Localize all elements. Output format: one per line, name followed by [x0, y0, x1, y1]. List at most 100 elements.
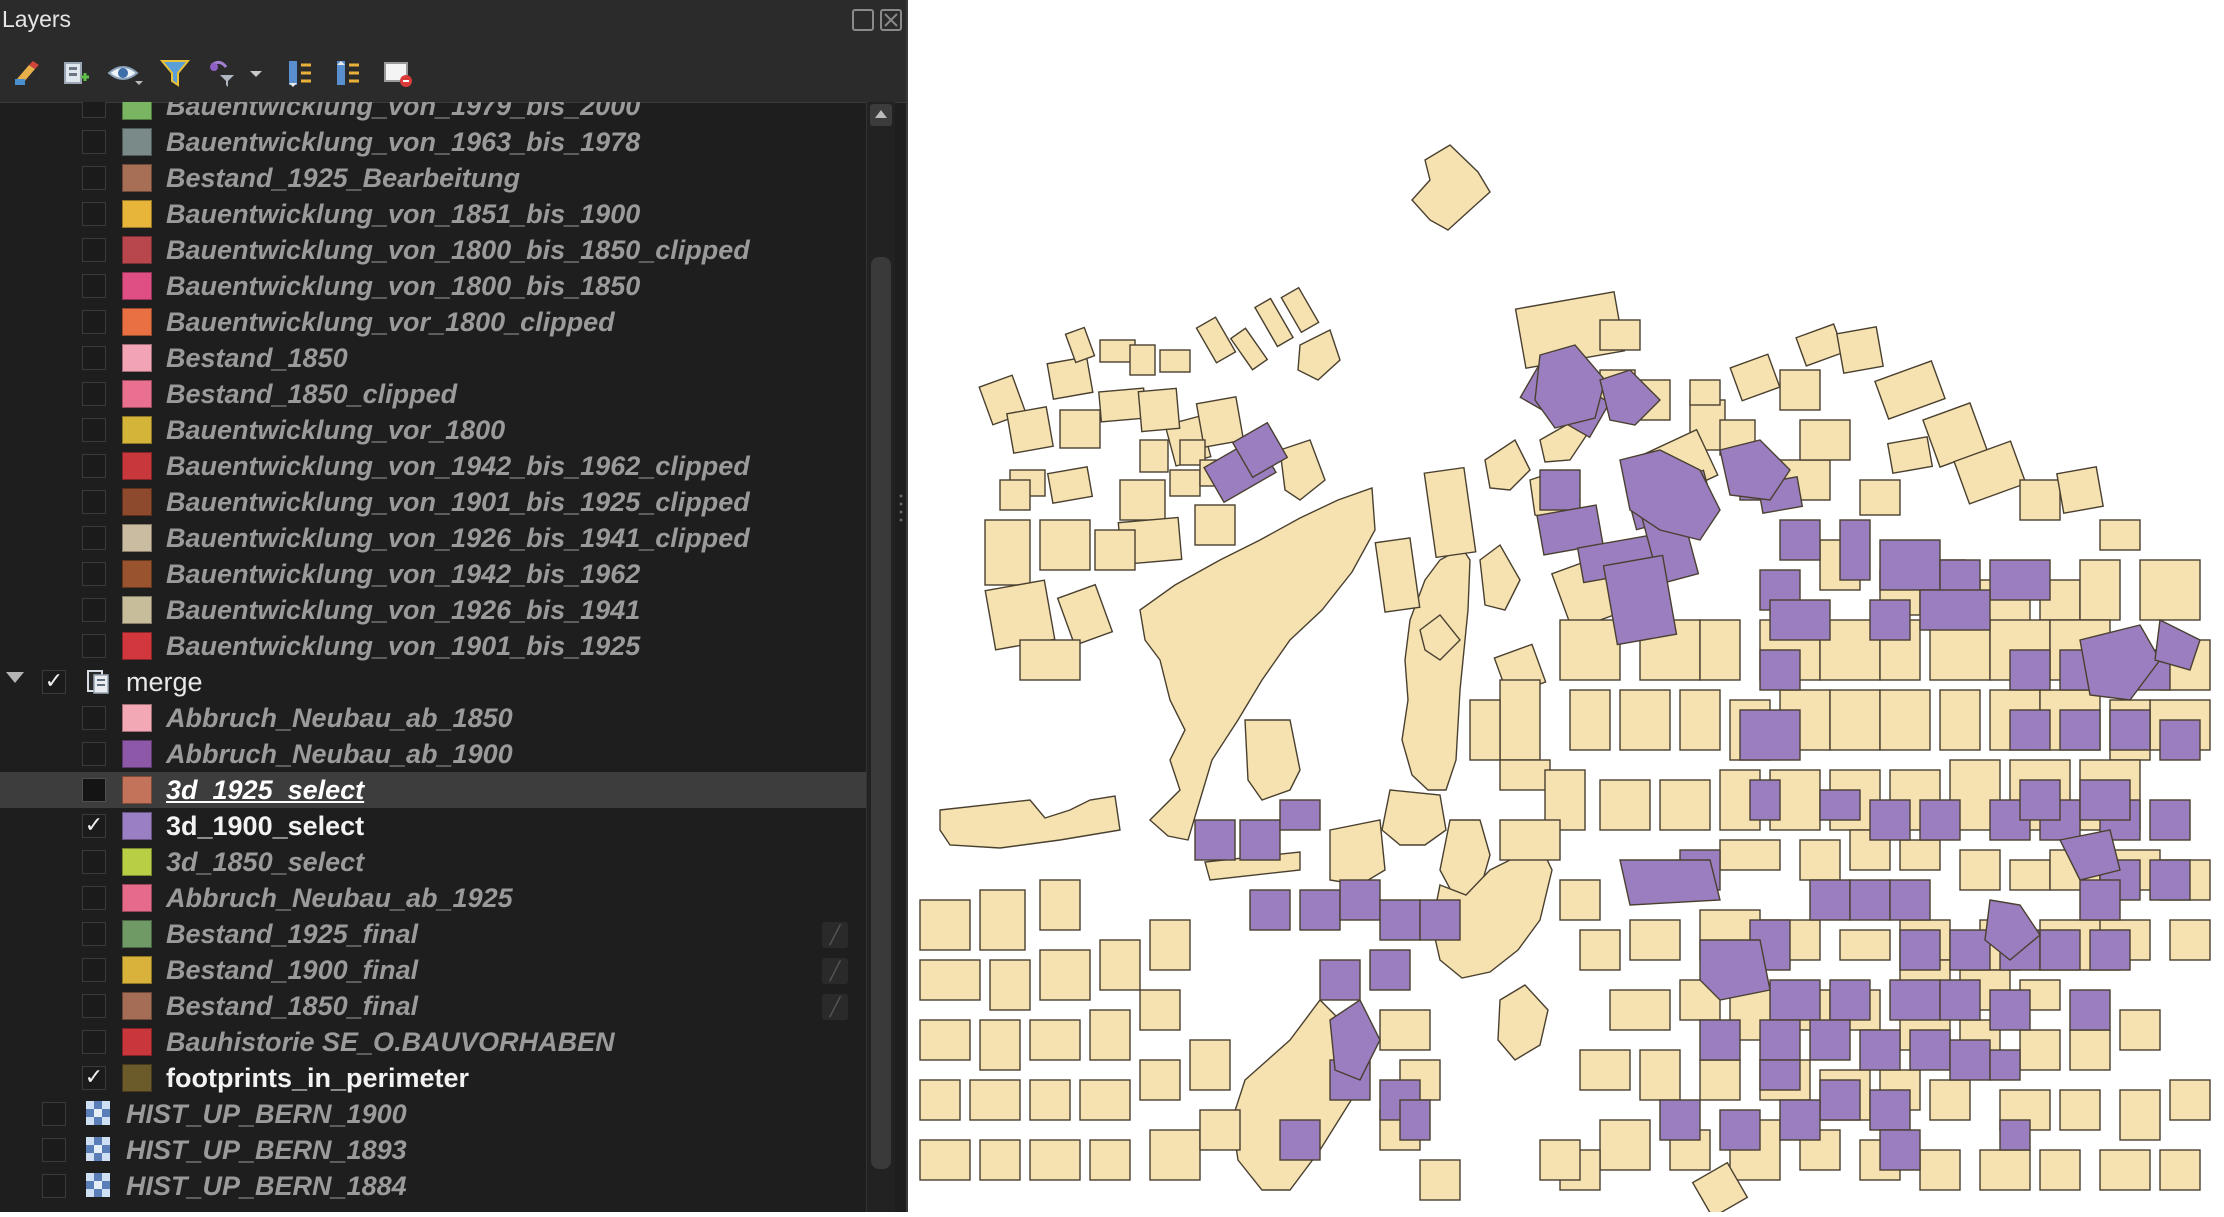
building-footprint[interactable]	[1874, 360, 1946, 420]
selected-building[interactable]	[1719, 1109, 1761, 1151]
layer-visibility-checkbox[interactable]: ✓	[82, 814, 106, 838]
building-footprint[interactable]	[1064, 326, 1096, 364]
layer-tree-scrollbar[interactable]	[866, 102, 895, 1212]
selected-building[interactable]	[1879, 1129, 1921, 1171]
layer-visibility-checkbox[interactable]: ✓	[42, 670, 66, 694]
building-footprint[interactable]	[1499, 679, 1541, 761]
layer-visibility-checkbox[interactable]	[42, 1174, 66, 1198]
layer-visibility-checkbox[interactable]	[82, 238, 106, 262]
layer-visibility-checkbox[interactable]	[42, 1138, 66, 1162]
selected-building[interactable]	[1699, 1019, 1741, 1061]
building-footprint[interactable]	[1497, 984, 1549, 1061]
building-footprint[interactable]	[1139, 989, 1181, 1031]
layer-visibility-checkbox[interactable]	[82, 886, 106, 910]
layer-row[interactable]: Bauhistorie SE_O.BAUVORHABEN	[0, 1024, 866, 1060]
building-footprint[interactable]	[1046, 355, 1094, 401]
selected-building[interactable]	[2089, 929, 2131, 971]
selected-building[interactable]	[2149, 859, 2191, 901]
building-footprint[interactable]	[1629, 919, 1681, 961]
selected-building[interactable]	[1279, 1119, 1321, 1161]
selected-building[interactable]	[1939, 979, 1981, 1021]
building-footprint[interactable]	[1169, 469, 1201, 497]
layer-row[interactable]: HIST_UP_BERN_1893	[0, 1132, 866, 1168]
building-footprint[interactable]	[1094, 529, 1136, 571]
building-footprint[interactable]	[2079, 559, 2121, 621]
building-footprint[interactable]	[1089, 1009, 1131, 1061]
building-footprint[interactable]	[1879, 689, 1931, 751]
selected-building[interactable]	[2009, 709, 2051, 751]
layer-row[interactable]: Bauentwicklung_von_1901_bis_1925_clipped	[0, 484, 866, 520]
selected-building[interactable]	[1279, 799, 1321, 831]
building-footprint[interactable]	[1129, 344, 1156, 376]
layer-row[interactable]: Bauentwicklung_von_1942_bis_1962	[0, 556, 866, 592]
selected-building[interactable]	[2059, 709, 2101, 751]
layer-row[interactable]: HIST_UP_BERN_1884	[0, 1168, 866, 1204]
building-footprint[interactable]	[1029, 1019, 1081, 1061]
selected-building[interactable]	[1534, 344, 1606, 429]
layer-visibility-checkbox[interactable]	[82, 130, 106, 154]
layer-filter-icon[interactable]: ╱	[822, 922, 848, 948]
building-footprint[interactable]	[1539, 1139, 1581, 1181]
building-footprint[interactable]	[1419, 1159, 1461, 1201]
layer-visibility-checkbox[interactable]	[82, 102, 106, 118]
building-footprint[interactable]	[1919, 1149, 1961, 1191]
building-footprint[interactable]	[1579, 1049, 1631, 1091]
selected-building[interactable]	[1329, 998, 1381, 1081]
layer-row[interactable]: Bauentwicklung_von_1800_bis_1850	[0, 268, 866, 304]
building-footprint[interactable]	[1195, 316, 1237, 364]
scroll-up-button[interactable]	[870, 104, 892, 126]
layer-visibility-checkbox[interactable]	[82, 382, 106, 406]
layer-visibility-checkbox[interactable]	[82, 526, 106, 550]
layer-row[interactable]: Bestand_1850_clipped	[0, 376, 866, 412]
building-footprint[interactable]	[1929, 1079, 1971, 1121]
layer-row[interactable]: Bauentwicklung_von_1926_bis_1941_clipped	[0, 520, 866, 556]
layer-filter-icon[interactable]: ╱	[822, 994, 848, 1020]
building-footprint[interactable]	[1609, 989, 1671, 1031]
selected-building[interactable]	[1819, 789, 1861, 821]
layer-row[interactable]: Abbruch_Neubau_ab_1925	[0, 880, 866, 916]
layer-row[interactable]: ✓ 3d_1900_select	[0, 808, 866, 844]
add-group-button[interactable]	[56, 54, 94, 92]
layer-visibility-checkbox[interactable]	[42, 1102, 66, 1126]
layer-row[interactable]: ✓ footprints_in_perimeter	[0, 1060, 866, 1096]
building-footprint[interactable]	[1699, 1059, 1741, 1101]
selected-building[interactable]	[1809, 1019, 1851, 1061]
selected-building[interactable]	[1869, 799, 1911, 841]
selected-building[interactable]	[1919, 799, 1961, 841]
collapse-group-arrow-icon[interactable]	[6, 672, 24, 683]
building-footprint[interactable]	[1679, 689, 1721, 751]
selected-building[interactable]	[2149, 799, 2191, 841]
building-footprint[interactable]	[969, 1079, 1021, 1121]
building-footprint[interactable]	[989, 959, 1031, 1011]
building-footprint[interactable]	[1829, 689, 1881, 751]
layer-row[interactable]: Abbruch_Neubau_ab_1900	[0, 736, 866, 772]
building-footprint[interactable]	[1046, 465, 1094, 505]
layer-visibility-checkbox[interactable]	[82, 598, 106, 622]
building-footprint[interactable]	[1799, 419, 1851, 461]
layer-visibility-checkbox[interactable]	[82, 346, 106, 370]
building-footprint[interactable]	[1689, 379, 1721, 406]
layer-row[interactable]: Bauentwicklung_von_1851_bis_1900	[0, 196, 866, 232]
building-footprint[interactable]	[2159, 1149, 2201, 1191]
expand-all-button[interactable]	[280, 54, 318, 92]
building-footprint[interactable]	[1297, 329, 1341, 381]
building-footprint[interactable]	[1979, 1149, 2031, 1191]
building-footprint[interactable]	[1886, 435, 1934, 475]
layer-visibility-checkbox[interactable]	[82, 562, 106, 586]
selected-building[interactable]	[1759, 1019, 1801, 1061]
building-footprint[interactable]	[2119, 1089, 2161, 1141]
building-footprint[interactable]	[1079, 1079, 1131, 1121]
building-footprint[interactable]	[1939, 689, 1981, 751]
layer-row[interactable]: Bauentwicklung_von_1800_bis_1850_clipped	[0, 232, 866, 268]
building-footprint[interactable]	[2039, 1149, 2081, 1191]
selected-building[interactable]	[1849, 879, 1891, 921]
building-footprint[interactable]	[1599, 779, 1651, 831]
layer-row[interactable]: Bestand_1850_final ╱	[0, 988, 866, 1024]
building-footprint[interactable]	[2169, 1079, 2211, 1121]
selected-building[interactable]	[1989, 989, 2031, 1031]
building-footprint[interactable]	[2099, 519, 2141, 551]
building-footprint[interactable]	[919, 959, 981, 1001]
building-footprint[interactable]	[2009, 859, 2051, 891]
building-footprint[interactable]	[1059, 409, 1101, 449]
layer-visibility-checkbox[interactable]	[82, 778, 106, 802]
